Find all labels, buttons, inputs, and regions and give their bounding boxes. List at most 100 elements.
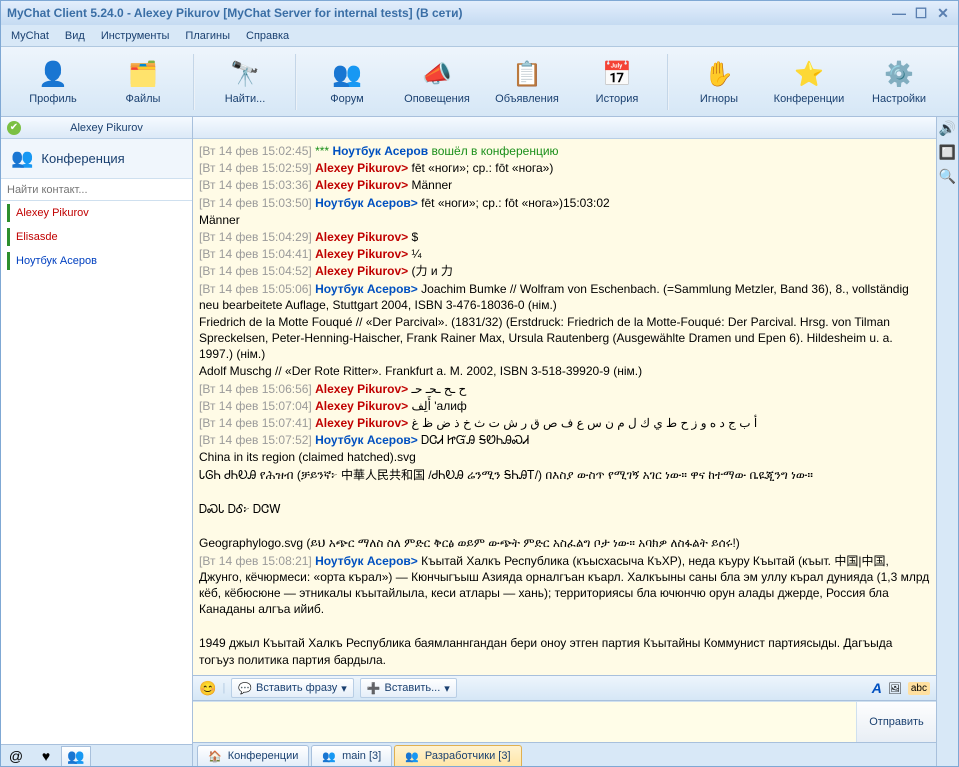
input-row: Отправить (193, 701, 936, 742)
log-line: Geographylogo.svg (ይህ አጭር ማለስ ስለ ምድር ቅርፅ… (199, 535, 930, 551)
spellcheck-button[interactable]: abc (908, 682, 930, 695)
insert-phrase-button[interactable]: 💬 Вставить фразу ▾ (231, 678, 354, 698)
log-line: Adolf Muschg // «Der Rote Ritter». Frank… (199, 363, 930, 379)
toolbar-divider (667, 54, 669, 110)
left-bottom-tabs: @ ♥ 👥 (1, 744, 192, 766)
announce-icon: 📋 (511, 58, 543, 90)
chat-log[interactable]: [Вт 14 фев 15:02:45] *** Ноутбук Асеров … (193, 139, 936, 675)
toolbar-divider (295, 54, 297, 110)
image-button[interactable]: 🖼 (888, 682, 902, 695)
log-line: Männer (199, 212, 930, 228)
log-line: ᏓᎶᏂ ᏧᏂᎧᎯ የሕዝብ (ቻይንኛ፦ 中華人民共和国 /ᏧᏂᎧᎯ ሬንሚን … (199, 467, 930, 483)
input-toolbar: 😊 | 💬 Вставить фразу ▾ ➕ Вставить... ▾ A… (193, 675, 936, 701)
search-row (1, 179, 192, 201)
emoji-button[interactable]: 😊 (199, 680, 216, 697)
titlebar: MyChat Client 5.24.0 - Alexey Pikurov [M… (1, 1, 958, 25)
left-pane: ✔ Alexey Pikurov 👥 Конференция Alexey Pi… (1, 117, 193, 766)
toolbar-history[interactable]: 📅История (573, 51, 661, 113)
log-line (199, 518, 930, 534)
log-line: [Вт 14 фев 15:08:21] Ноутбук Асеров> Къы… (199, 553, 930, 618)
toolbar-ignore[interactable]: ✋Игноры (675, 51, 763, 113)
people-icon: 👥 (405, 750, 419, 763)
log-line: [Вт 14 фев 15:07:41] Alexey Pikurov> أ ب… (199, 415, 930, 431)
search-input[interactable] (1, 180, 192, 200)
status-bar-icon (7, 204, 10, 222)
contact-item[interactable]: Ноутбук Асеров (1, 249, 192, 273)
close-button[interactable]: ✕ (934, 5, 952, 21)
chat-tabs: 🏠Конференции 👥main [3] 👥Разработчики [3] (193, 742, 936, 766)
toolbar-announce[interactable]: 📋Объявления (483, 51, 571, 113)
log-line: [Вт 14 фев 15:04:29] Alexey Pikurov> $ (199, 229, 930, 245)
files-icon: 🗂️ (127, 58, 159, 90)
log-line: China in its region (claimed hatched).sv… (199, 449, 930, 465)
home-icon: 🏠 (208, 750, 222, 763)
forum-icon: 👥 (331, 58, 363, 90)
tab-people[interactable]: 👥 (61, 746, 91, 766)
history-icon: 📅 (601, 58, 633, 90)
tab-fav[interactable]: ♥ (31, 746, 61, 766)
log-line: [Вт 14 фев 15:06:56] Alexey Pikurov> ح ـ… (199, 381, 930, 397)
people-icon: 👥 (322, 750, 336, 763)
log-line (199, 484, 930, 500)
log-line (199, 618, 930, 634)
log-line: [Вт 14 фев 15:02:59] Alexey Pikurov> fēt… (199, 160, 930, 176)
menu-item[interactable]: Плагины (179, 28, 236, 44)
log-line: [Вт 14 фев 15:02:45] *** Ноутбук Асеров … (199, 143, 930, 159)
contact-list: Alexey Pikurov Elisasde Ноутбук Асеров (1, 201, 192, 744)
sound-icon[interactable]: 🔊 (939, 119, 957, 137)
chat-tab[interactable]: 👥main [3] (311, 745, 392, 766)
find-icon: 🔭 (229, 58, 261, 90)
toolbar-find[interactable]: 🔭Найти... (201, 51, 289, 113)
user-header: ✔ Alexey Pikurov (1, 117, 192, 139)
people-icon: 👥 (11, 148, 33, 169)
profile-icon: 👤 (37, 58, 69, 90)
right-pane: [Вт 14 фев 15:02:45] *** Ноутбук Асеров … (193, 117, 936, 766)
log-line: [Вт 14 фев 15:04:52] Alexey Pikurov> (力 … (199, 263, 930, 279)
conferences-icon: ⭐ (793, 58, 825, 90)
screen-icon[interactable]: 🔲 (939, 143, 957, 161)
log-line: [Вт 14 фев 15:07:04] Alexey Pikurov> أَل… (199, 398, 930, 414)
ignore-icon: ✋ (703, 58, 735, 90)
chat-tab[interactable]: 👥Разработчики [3] (394, 745, 521, 766)
tab-at[interactable]: @ (1, 746, 31, 766)
status-indicator-icon[interactable]: ✔ (7, 121, 21, 135)
toolbar-conferences[interactable]: ⭐Конференции (765, 51, 853, 113)
contact-item[interactable]: Elisasde (1, 225, 192, 249)
right-side-icons: 🔊 🔲 🔍 (936, 117, 958, 766)
font-button[interactable]: A (872, 680, 882, 696)
toolbar-files[interactable]: 🗂️Файлы (99, 51, 187, 113)
send-button[interactable]: Отправить (856, 702, 936, 742)
section-conference[interactable]: 👥 Конференция (1, 139, 192, 179)
status-bar-icon (7, 228, 10, 246)
menu-item[interactable]: Вид (59, 28, 91, 44)
menu-item[interactable]: Инструменты (95, 28, 176, 44)
message-input[interactable] (193, 702, 856, 742)
toolbar: 👤Профиль 🗂️Файлы 🔭Найти... 👥Форум 📣Опове… (1, 47, 958, 117)
log-header (193, 117, 936, 139)
log-line: [Вт 14 фев 15:03:50] Ноутбук Асеров> fēt… (199, 195, 930, 211)
menu-item[interactable]: MyChat (5, 28, 55, 44)
search-icon[interactable]: 🔍 (939, 167, 957, 185)
menubar: MyChat Вид Инструменты Плагины Справка (1, 25, 958, 47)
chat-tab[interactable]: 🏠Конференции (197, 745, 309, 766)
current-user: Alexey Pikurov (27, 122, 186, 134)
menu-item[interactable]: Справка (240, 28, 295, 44)
log-line: 1949 джыл Къытай Халкъ Республика баямла… (199, 635, 930, 667)
alerts-icon: 📣 (421, 58, 453, 90)
settings-icon: ⚙️ (883, 58, 915, 90)
toolbar-forum[interactable]: 👥Форум (303, 51, 391, 113)
log-line: ᎠᏍᏓ ᎠᎴ፦ ᎠᏣᎳ (199, 501, 930, 517)
contact-item[interactable]: Alexey Pikurov (1, 201, 192, 225)
minimize-button[interactable]: — (890, 5, 908, 21)
insert-button[interactable]: ➕ Вставить... ▾ (360, 678, 457, 698)
log-line: [Вт 14 фев 15:03:36] Alexey Pikurov> Män… (199, 177, 930, 193)
maximize-button[interactable]: ☐ (912, 5, 930, 21)
toolbar-settings[interactable]: ⚙️Настройки (855, 51, 943, 113)
status-bar-icon (7, 252, 10, 270)
log-line: [Вт 14 фев 15:05:06] Ноутбук Асеров> Joa… (199, 281, 930, 313)
toolbar-profile[interactable]: 👤Профиль (9, 51, 97, 113)
toolbar-divider (193, 54, 195, 110)
log-line: [Вт 14 фев 15:07:52] Ноутбук Асеров> ᎠᏣᏗ… (199, 432, 930, 448)
log-line: [Вт 14 фев 15:04:41] Alexey Pikurov> ¼ (199, 246, 930, 262)
toolbar-alerts[interactable]: 📣Оповещения (393, 51, 481, 113)
